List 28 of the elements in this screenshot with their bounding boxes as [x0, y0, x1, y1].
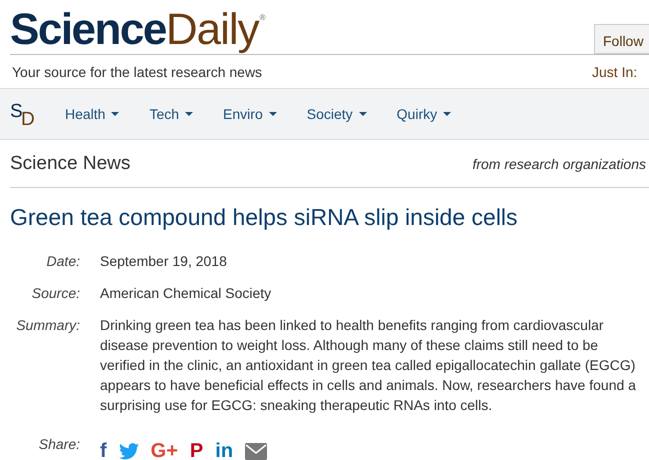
nav-menu[interactable]: Health [65, 104, 120, 124]
registered-mark: ® [260, 14, 264, 22]
section-subtitle: from research organizations [472, 155, 646, 174]
share-icon[interactable]: in [215, 441, 234, 460]
logo-text[interactable]: Science [10, 8, 166, 52]
nav-menu[interactable]: Society [306, 104, 367, 124]
meta-value: American Chemical Society [100, 284, 272, 304]
home-logo[interactable]: SD [10, 98, 40, 130]
article-headline: Green tea compound helps siRNA slip inside cells [10, 204, 519, 232]
meta-label: Source: [30, 284, 80, 304]
bird-icon[interactable] [118, 442, 139, 460]
meta-label: Summary: [15, 316, 80, 336]
envelope-icon[interactable] [245, 442, 268, 460]
meta-value: September 19, 2018 [100, 252, 228, 272]
share-icon[interactable]: P [190, 441, 204, 460]
meta-value: Drinking green tea has been linked to health benefits ranging from cardiovascular disease prevention to weight loss. Although many of these claims still need to be verified in the clinic, an antioxidant in green tea called epigallocatechin gallate (EGCG) appears to have beneficial effects in cells and animals. Now, researchers have found a surprising use for EGCG: sneaking therapeutic RNAs into cells. [100, 316, 637, 416]
nav-menu[interactable]: Tech [149, 104, 194, 124]
logo-text[interactable]: Daily [166, 8, 259, 52]
section-title: Science News [10, 152, 130, 176]
nav-menu[interactable]: Quirky [396, 104, 452, 124]
follow-button[interactable]: Follow [594, 24, 649, 54]
share-icon[interactable]: G+ [150, 441, 178, 460]
meta-label: Share: [38, 435, 80, 454]
share-icon[interactable]: f [100, 441, 107, 460]
meta-label: Date: [46, 252, 80, 272]
nav-menu[interactable]: Enviro [223, 104, 277, 124]
just-in-label: Just In: [592, 63, 638, 82]
tagline: Your source for the latest research news [12, 63, 262, 82]
